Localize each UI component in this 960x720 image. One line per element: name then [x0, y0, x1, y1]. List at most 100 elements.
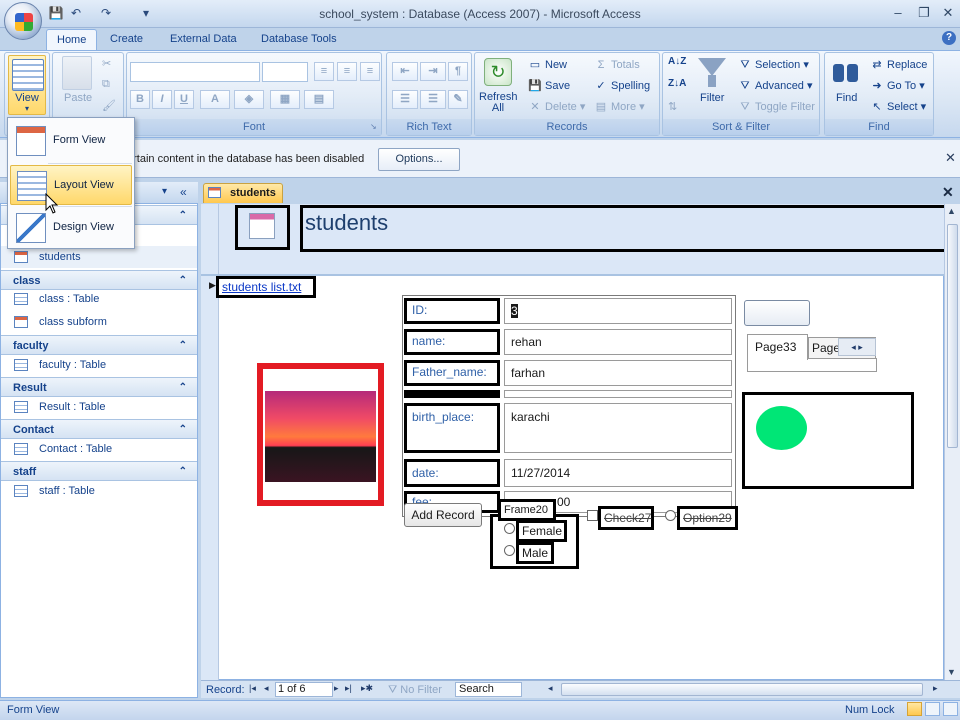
tab-scroll-arrows[interactable]: ◂ ▸	[838, 338, 876, 356]
numbering-icon[interactable]: ☰	[392, 90, 418, 109]
advanced-button[interactable]: ⛛ Advanced ▾	[738, 79, 812, 93]
font-size-select[interactable]	[262, 62, 308, 82]
new-record-button[interactable]: ▭ New	[528, 58, 567, 72]
paste-button[interactable]: Paste	[64, 92, 92, 104]
maximize-button[interactable]: ❐	[912, 4, 936, 22]
help-icon[interactable]: ?	[942, 31, 956, 45]
nav-item-result-table[interactable]: Result : Table	[1, 396, 197, 418]
font-name-select[interactable]	[130, 62, 260, 82]
tab-create[interactable]: Create	[100, 29, 153, 50]
fill-color-icon[interactable]: ◈	[234, 90, 264, 109]
design-view-status-icon[interactable]	[943, 702, 958, 716]
form-logo[interactable]	[235, 205, 290, 250]
bullets-icon[interactable]: ☰	[420, 90, 446, 109]
align-center-icon[interactable]: ≡	[337, 62, 357, 81]
alternate-fill-icon[interactable]: ▤	[304, 90, 334, 109]
nav-group-contact[interactable]: Contact ⌃	[1, 419, 197, 439]
go-to-button[interactable]: ➜ Go To ▾	[870, 79, 924, 93]
id-field[interactable]: 3	[504, 298, 732, 324]
close-message-icon[interactable]: ✕	[945, 150, 956, 166]
scroll-down-icon[interactable]: ▼	[947, 667, 956, 677]
copy-icon[interactable]: ⧉	[102, 78, 110, 91]
no-filter-indicator[interactable]: ⛛ No Filter	[388, 684, 442, 697]
date-field[interactable]: 11/27/2014	[504, 459, 732, 487]
replace-button[interactable]: ⇄ Replace	[870, 58, 927, 72]
student-photo-frame[interactable]	[257, 363, 384, 506]
horizontal-scroll-thumb[interactable]	[561, 683, 923, 696]
last-record-icon[interactable]: ▸|	[345, 683, 352, 694]
next-record-icon[interactable]: ▸	[334, 683, 339, 694]
new-blank-record-icon[interactable]: ▸✱	[361, 683, 373, 694]
shutter-bar-icon[interactable]: «	[180, 185, 187, 199]
scroll-right-icon[interactable]: ▸	[933, 683, 938, 694]
nav-group-result[interactable]: Result ⌃	[1, 377, 197, 397]
select-button[interactable]: ↖ Select ▾	[870, 100, 926, 114]
scroll-thumb[interactable]	[947, 224, 958, 448]
nav-item-class-subform[interactable]: class subform	[1, 311, 197, 333]
save-record-button[interactable]: 💾 Save	[528, 79, 570, 93]
father-name-field[interactable]: farhan	[504, 360, 732, 386]
previous-record-icon[interactable]: ◂	[264, 683, 269, 694]
format-painter-icon[interactable]: 🖌	[102, 99, 116, 112]
option29-radio[interactable]	[665, 510, 676, 521]
sort-descending-icon[interactable]: Z↓A	[668, 78, 686, 89]
cut-icon[interactable]: ✂	[102, 57, 111, 70]
minimize-button[interactable]: –	[886, 4, 910, 22]
italic-button[interactable]: I	[152, 90, 172, 109]
office-button[interactable]	[4, 2, 42, 40]
name-field[interactable]: rehan	[504, 329, 732, 355]
font-color-button[interactable]: A	[200, 90, 230, 109]
dialog-launcher-icon[interactable]: ↘	[370, 122, 377, 131]
tab-database-tools[interactable]: Database Tools	[251, 29, 347, 50]
scroll-left-icon[interactable]: ◂	[548, 683, 553, 694]
form-view-status-icon[interactable]	[907, 702, 922, 716]
options-button[interactable]: Options...	[378, 148, 460, 171]
highlight-icon[interactable]: ✎	[448, 90, 468, 109]
nav-group-faculty[interactable]: faculty ⌃	[1, 335, 197, 355]
green-circle-shape[interactable]	[756, 406, 807, 450]
tab-external-data[interactable]: External Data	[160, 29, 247, 50]
first-record-icon[interactable]: |◂	[249, 683, 256, 694]
search-box[interactable]: Search	[455, 682, 522, 697]
view-button[interactable]: View ▾	[8, 55, 46, 115]
bold-button[interactable]: B	[130, 90, 150, 109]
close-document-icon[interactable]: ✕	[942, 184, 954, 201]
nav-item-students[interactable]: students	[1, 246, 197, 268]
layout-view-status-icon[interactable]	[925, 702, 940, 716]
totals-button[interactable]: Σ Totals	[594, 58, 640, 72]
menu-item-layout-view[interactable]: Layout View	[10, 165, 132, 205]
ltr-icon[interactable]: ¶	[448, 62, 468, 81]
delete-record-button[interactable]: ✕ Delete ▾	[528, 100, 585, 114]
underline-button[interactable]: U	[174, 90, 194, 109]
filter-button[interactable]: Filter	[700, 92, 724, 104]
birth-place-field[interactable]: karachi	[504, 403, 732, 453]
hyperlink-students-list[interactable]: students list.txt	[222, 280, 301, 294]
form-title-box[interactable]	[300, 205, 948, 252]
increase-indent-icon[interactable]: ⇥	[420, 62, 446, 81]
nav-item-contact-table[interactable]: Contact : Table	[1, 438, 197, 460]
tab-page33[interactable]: Page33	[747, 334, 808, 360]
nav-item-class-table[interactable]: class : Table	[1, 288, 197, 310]
align-right-icon[interactable]: ≡	[360, 62, 380, 81]
current-record-field[interactable]: 1 of 6	[275, 682, 333, 697]
find-button[interactable]: Find	[836, 92, 857, 104]
close-button[interactable]: ✕	[936, 4, 960, 22]
female-radio[interactable]	[504, 523, 515, 534]
unlabeled-button[interactable]	[744, 300, 810, 326]
hidden-field[interactable]	[504, 390, 732, 398]
nav-group-class[interactable]: class ⌃	[1, 270, 197, 290]
align-left-icon[interactable]: ≡	[314, 62, 334, 81]
gridlines-icon[interactable]: ▦	[270, 90, 300, 109]
sort-ascending-icon[interactable]: A↓Z	[668, 56, 686, 67]
menu-item-design-view[interactable]: Design View	[10, 208, 132, 248]
check27-checkbox[interactable]	[587, 510, 598, 521]
clear-sort-icon[interactable]: ⇅	[668, 100, 677, 113]
more-button[interactable]: ▤ More ▾	[594, 100, 645, 114]
menu-item-form-view[interactable]: Form View	[10, 121, 132, 161]
nav-item-staff-table[interactable]: staff : Table	[1, 480, 197, 502]
tab-home[interactable]: Home	[46, 29, 98, 50]
nav-group-staff[interactable]: staff ⌃	[1, 461, 197, 481]
scroll-up-icon[interactable]: ▲	[947, 206, 956, 216]
nav-menu-icon[interactable]: ▾	[162, 186, 167, 197]
male-radio[interactable]	[504, 545, 515, 556]
